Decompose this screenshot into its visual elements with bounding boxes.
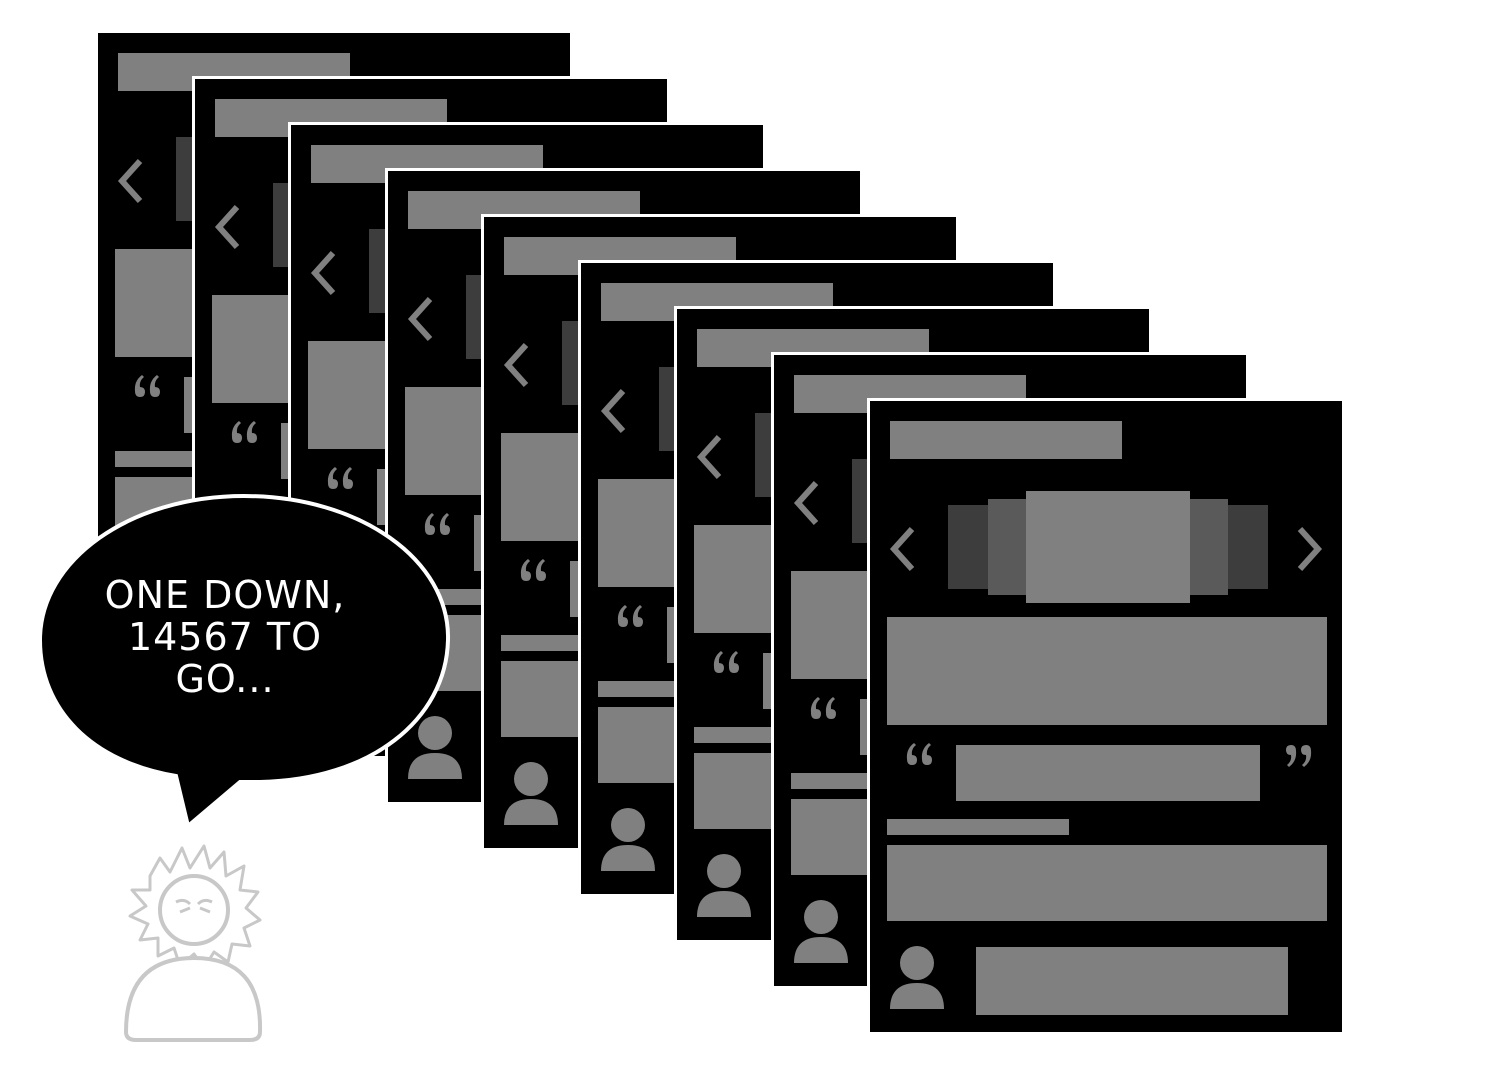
quote-placeholder [956,745,1260,801]
chevron-left-icon[interactable] [788,473,828,533]
chevron-left-icon[interactable] [498,335,538,395]
title-placeholder [890,421,1122,459]
user-avatar-icon [890,946,944,1009]
quote-open-icon [134,375,160,397]
carousel[interactable] [948,491,1268,603]
quote-open-icon [713,651,739,673]
quote-open-icon [327,467,353,489]
quote-close-icon [1286,745,1312,767]
chevron-left-icon[interactable] [595,381,635,441]
user-avatar-icon [407,716,462,779]
chevron-left-icon[interactable] [209,197,249,257]
quote-open-icon [231,421,257,443]
speech-line: ONE DOWN, [104,573,346,617]
chevron-left-icon[interactable] [112,151,152,211]
user-avatar-icon [793,900,848,963]
hero-placeholder [887,617,1327,725]
speech-line: GO... [175,657,275,701]
chevron-left-icon[interactable] [305,243,345,303]
chevron-left-icon[interactable] [884,519,924,579]
user-avatar-icon [697,854,751,917]
quote-open-icon [906,743,932,765]
user-avatar-icon [504,762,558,825]
carousel-slide-active[interactable] [1026,491,1190,603]
quote-open-icon [520,559,546,581]
chevron-left-icon[interactable] [691,427,731,487]
user-avatar-icon [600,808,655,871]
wireframe-card [867,398,1345,1035]
quote-open-icon [424,513,450,535]
label-placeholder [887,819,1069,835]
speech-text: ONE DOWN, 14567 TO GO... [70,574,380,700]
chevron-left-icon[interactable] [402,289,442,349]
quote-open-icon [810,697,836,719]
body-placeholder [887,845,1327,921]
author-placeholder [976,947,1288,1015]
speech-line: 14567 TO [127,615,323,659]
quote-open-icon [617,605,643,627]
chevron-right-icon[interactable] [1288,519,1328,579]
frustrated-person-icon [123,844,263,1042]
